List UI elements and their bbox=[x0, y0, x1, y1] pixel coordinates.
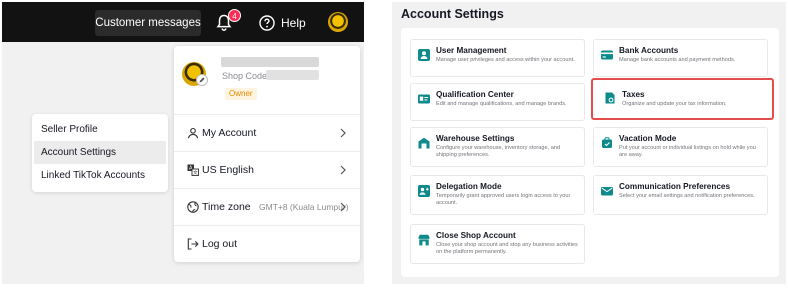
menu-item-label: My Account bbox=[202, 127, 257, 139]
help-icon[interactable] bbox=[259, 15, 275, 31]
chevron-right-icon bbox=[340, 128, 346, 138]
side-menu-item-linked-tiktok-accounts[interactable]: Linked TikTok Accounts bbox=[34, 164, 166, 187]
tile-communication-preferences[interactable]: Communication Preferences Select your em… bbox=[593, 175, 768, 215]
tile-delegation-mode[interactable]: Delegation Mode Temporarily grant approv… bbox=[410, 175, 585, 215]
screenshot-root: Customer messages 4 Help Seller Profile … bbox=[0, 0, 788, 288]
shop-code-redacted bbox=[266, 70, 319, 80]
bank-icon bbox=[601, 50, 613, 60]
help-link[interactable]: Help bbox=[281, 15, 306, 31]
menu-item-my-account[interactable]: My Account bbox=[174, 114, 360, 151]
tile-bank-accounts[interactable]: Bank Accounts Manage bank accounts and p… bbox=[593, 39, 768, 77]
top-navigation-bar: Customer messages 4 Help bbox=[2, 2, 364, 42]
svg-text:文: 文 bbox=[193, 169, 198, 176]
settings-card: User Management Manage user privileges a… bbox=[401, 28, 779, 277]
user-icon bbox=[187, 127, 199, 139]
shop-name-redacted bbox=[221, 57, 319, 67]
customer-messages-button[interactable]: Customer messages bbox=[95, 10, 201, 36]
tile-user-management[interactable]: User Management Manage user privileges a… bbox=[410, 39, 585, 77]
tile-description: Close your shop account and stop any bus… bbox=[436, 242, 578, 256]
notification-badge: 4 bbox=[228, 9, 241, 22]
settings-side-menu: Seller Profile Account Settings Linked T… bbox=[32, 114, 168, 192]
globe-icon bbox=[187, 201, 199, 213]
tile-title: User Management bbox=[436, 46, 507, 55]
tile-title: Communication Preferences bbox=[619, 182, 731, 191]
menu-item-label: Time zone bbox=[202, 201, 251, 213]
tax-document-icon bbox=[605, 92, 615, 104]
vacation-icon bbox=[602, 137, 612, 148]
tile-title: Warehouse Settings bbox=[436, 134, 515, 143]
tile-description: Put your account or individual listings … bbox=[619, 145, 756, 159]
chevron-right-icon bbox=[340, 165, 346, 175]
menu-item-label: Log out bbox=[202, 238, 238, 250]
user-management-icon bbox=[418, 49, 430, 61]
tile-title: Qualification Center bbox=[436, 90, 514, 99]
close-shop-icon bbox=[418, 234, 430, 246]
page-title: Account Settings bbox=[401, 7, 504, 21]
account-settings-page: Account Settings User Management Manage … bbox=[392, 2, 786, 284]
avatar[interactable] bbox=[328, 12, 348, 32]
logout-icon bbox=[187, 238, 199, 250]
tile-description: Organize and update your tax information… bbox=[622, 101, 727, 107]
edit-avatar-icon[interactable] bbox=[196, 74, 208, 86]
translate-icon: A 文 bbox=[187, 164, 199, 176]
tile-description: Manage user privileges and access within… bbox=[436, 57, 575, 63]
side-menu-item-account-settings[interactable]: Account Settings bbox=[34, 141, 166, 164]
tile-qualification-center[interactable]: Qualification Center Edit and manage qua… bbox=[410, 83, 585, 121]
id-card-icon bbox=[418, 94, 430, 104]
tile-taxes[interactable]: Taxes Organize and update your tax infor… bbox=[591, 78, 774, 120]
menu-item-log-out[interactable]: Log out bbox=[174, 225, 360, 262]
tile-close-shop-account[interactable]: Close Shop Account Close your shop accou… bbox=[410, 224, 585, 264]
mail-icon bbox=[601, 187, 613, 196]
menu-item-time-zone[interactable]: Time zone GMT+8 (Kuala Lumpur) bbox=[174, 188, 360, 225]
chevron-right-icon bbox=[340, 202, 346, 212]
menu-item-label: US English bbox=[202, 164, 254, 176]
tile-description: Manage bank accounts and payment methods… bbox=[619, 57, 736, 63]
tile-title: Close Shop Account bbox=[436, 231, 516, 240]
shop-code-label: Shop Code: bbox=[222, 71, 270, 81]
tile-description: Select your email settings and notificat… bbox=[619, 193, 755, 199]
side-menu-item-seller-profile[interactable]: Seller Profile bbox=[34, 118, 166, 141]
tile-description: Temporarily grant approved users login a… bbox=[436, 193, 571, 207]
role-badge: Owner bbox=[225, 88, 257, 100]
menu-item-language[interactable]: A 文 US English bbox=[174, 151, 360, 188]
account-menu: Shop Code: Owner My Account A 文 US Engli… bbox=[174, 46, 360, 262]
time-zone-value: GMT+8 (Kuala Lumpur) bbox=[259, 202, 349, 212]
tile-warehouse-settings[interactable]: Warehouse Settings Configure your wareho… bbox=[410, 127, 585, 167]
account-dropdown-panel: Customer messages 4 Help Seller Profile … bbox=[2, 2, 364, 284]
delegation-icon bbox=[418, 185, 430, 197]
tile-title: Bank Accounts bbox=[619, 46, 679, 55]
tile-description: Edit and manage qualifications, and mana… bbox=[436, 101, 567, 107]
warehouse-icon bbox=[418, 137, 430, 149]
tile-title: Taxes bbox=[622, 90, 645, 99]
tile-title: Delegation Mode bbox=[436, 182, 502, 191]
tile-vacation-mode[interactable]: Vacation Mode Put your account or indivi… bbox=[593, 127, 768, 167]
tile-title: Vacation Mode bbox=[619, 134, 677, 143]
tile-description: Configure your warehouse, inventory stor… bbox=[436, 145, 561, 159]
